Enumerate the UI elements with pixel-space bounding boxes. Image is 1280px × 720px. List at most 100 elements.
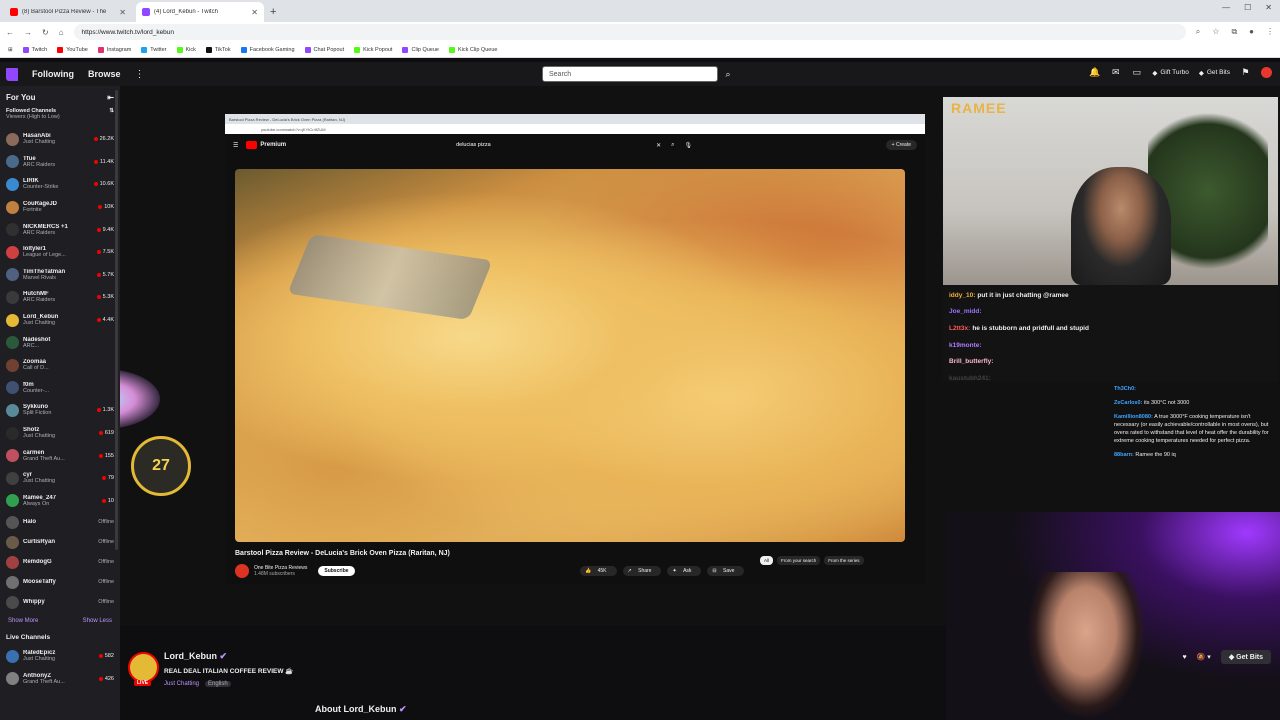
twitch-logo-icon[interactable] bbox=[6, 67, 18, 81]
zoom-icon[interactable]: ⌕ bbox=[1196, 27, 1200, 37]
bookmark-twitch[interactable]: Twitch bbox=[22, 46, 47, 53]
sidebar-channel-item[interactable]: Shotz Just Chatting 619 bbox=[0, 422, 120, 445]
sidebar-channel-item[interactable]: carmen Grand Theft Au... 155 bbox=[0, 444, 120, 467]
get-bits-button[interactable]: ◆ Get Bits bbox=[1199, 69, 1230, 77]
sidebar-channel-item[interactable]: RatedEpicz Just Chatting 582 bbox=[0, 645, 120, 668]
follow-heart-icon[interactable]: ♥ bbox=[1182, 654, 1186, 661]
sidebar-channel-item[interactable]: Nadeshot ARC... bbox=[0, 331, 120, 354]
collapse-sidebar-icon[interactable]: ⇤ bbox=[107, 93, 114, 102]
bookmark-clip-queue[interactable]: Clip Queue bbox=[402, 46, 439, 53]
bookmark-tiktok[interactable]: TikTok bbox=[205, 46, 231, 53]
instagram-icon bbox=[97, 46, 104, 53]
channel-avatar bbox=[6, 381, 19, 395]
bookmark-kick-popout[interactable]: Kick Popout bbox=[354, 46, 392, 53]
channel-status: Offline bbox=[98, 579, 114, 585]
browser-tab-bar: (8) Barstool Pizza Review - The ✕ (4) Lo… bbox=[0, 0, 1280, 22]
bookmark-youtube[interactable]: YouTube bbox=[57, 46, 88, 53]
live-dot-icon bbox=[101, 498, 106, 503]
ramee-logo: RAMEE bbox=[951, 100, 1007, 116]
search-button[interactable]: ⌕ bbox=[718, 66, 738, 82]
language-tag[interactable]: English bbox=[205, 681, 231, 687]
close-tab-icon[interactable]: ✕ bbox=[251, 8, 258, 17]
menu-icon[interactable]: ⋮ bbox=[1266, 27, 1274, 37]
user-avatar[interactable] bbox=[1261, 67, 1272, 78]
chat-username: ZeCarlos0: bbox=[1114, 400, 1143, 406]
sidebar-scrollbar[interactable] bbox=[115, 90, 118, 550]
minimize-icon[interactable]: — bbox=[1222, 3, 1230, 12]
video-player[interactable]: Barstool Pizza Review - DeLucia's Brick … bbox=[120, 86, 1280, 720]
sidebar-channel-item[interactable]: loltyler1 League of Lege... 7.5K bbox=[0, 241, 120, 264]
browser-tab-twitch[interactable]: (4) Lord_Kebun - Twitch ✕ bbox=[136, 2, 264, 22]
show-less-link[interactable]: Show Less bbox=[83, 618, 112, 624]
channel-avatar bbox=[6, 403, 19, 417]
sidebar-channel-item[interactable]: Tfue ARC Raiders 11.4K bbox=[0, 151, 120, 174]
show-more-link[interactable]: Show More bbox=[8, 618, 38, 624]
bookmark-kick[interactable]: Kick bbox=[176, 46, 196, 53]
bookmark-facebook-gaming[interactable]: Facebook Gaming bbox=[240, 46, 295, 53]
new-tab-button[interactable]: + bbox=[270, 2, 276, 22]
sidebar-channel-item[interactable]: HasanAbi Just Chatting 26.2K bbox=[0, 128, 120, 151]
extension-icon[interactable]: ⚑ bbox=[1240, 67, 1251, 78]
bookmark-twitter[interactable]: Twitter bbox=[141, 46, 167, 53]
sidebar-channel-item[interactable]: RemdogG Offline bbox=[0, 552, 120, 572]
bookmark-instagram[interactable]: Instagram bbox=[97, 46, 131, 53]
bookmark-star-icon[interactable]: ☆ bbox=[1212, 27, 1219, 37]
sidebar-channel-item[interactable]: Sykkuno Split Fiction 1.3K bbox=[0, 399, 120, 422]
back-icon[interactable]: ← bbox=[6, 28, 14, 37]
viewer-count: 4.4K bbox=[102, 317, 114, 324]
side-chat-message: Th3Ch0: bbox=[1114, 385, 1276, 393]
gift-turbo-button[interactable]: ◆ Gift Turbo bbox=[1152, 69, 1189, 77]
window-controls: — ☐ ✕ bbox=[1222, 3, 1272, 12]
channel-viewers: 7.5K bbox=[96, 249, 114, 255]
channel-viewers: 26.2K bbox=[93, 136, 114, 142]
forward-icon[interactable]: → bbox=[24, 28, 32, 37]
sidebar-channel-item[interactable]: Ramee_247 Always On 10 bbox=[0, 490, 120, 513]
streamer-name[interactable]: Lord_Kebun ✔ bbox=[164, 651, 227, 662]
sort-icon[interactable]: ⇅ bbox=[109, 108, 114, 114]
sidebar-channel-item[interactable]: NICKMERCS +1 ARC Raiders 9.4K bbox=[0, 218, 120, 241]
bookmark-kick-clip-queue[interactable]: Kick Clip Queue bbox=[449, 46, 497, 53]
whispers-icon[interactable]: ▭ bbox=[1131, 67, 1142, 78]
streamer-avatar[interactable] bbox=[128, 652, 159, 683]
notification-toggle-icon[interactable]: 🔕 ▾ bbox=[1197, 653, 1211, 661]
reload-icon[interactable]: ↻ bbox=[42, 28, 49, 37]
sidebar-channel-item[interactable]: Lord_Kebun Just Chatting 4.4K bbox=[0, 309, 120, 332]
sidebar-channel-item[interactable]: Zoomaa Call of D... bbox=[0, 354, 120, 377]
sidebar-channel-item[interactable]: AnthonyZ Grand Theft Au... 426 bbox=[0, 668, 120, 691]
nav-browse[interactable]: Browse bbox=[88, 69, 121, 79]
browser-toolbar-icons: ⌕ ☆ ⧉ ● ⋮ bbox=[1196, 27, 1274, 37]
nav-following[interactable]: Following bbox=[32, 69, 74, 79]
profile-icon[interactable]: ● bbox=[1249, 27, 1254, 37]
sidebar-channel-item[interactable]: MooseTaffy Offline bbox=[0, 572, 120, 592]
sidebar-channel-item[interactable]: cyr Just Chatting 79 bbox=[0, 467, 120, 490]
bookmark-chat-popout[interactable]: Chat Popout bbox=[304, 46, 344, 53]
more-options-icon[interactable]: ⋮ bbox=[135, 69, 145, 80]
channel-avatar bbox=[6, 336, 19, 350]
search-input[interactable]: Search bbox=[542, 66, 718, 82]
sidebar-channel-item[interactable]: LIRIK Counter-Strike 10.6K bbox=[0, 173, 120, 196]
url-input[interactable]: https://www.twitch.tv/lord_kebun bbox=[73, 24, 1186, 40]
chat-username: Brill_butterfly: bbox=[949, 358, 994, 366]
extension-icon[interactable]: ⧉ bbox=[1231, 27, 1237, 37]
sidebar-channel-item[interactable]: CouRageJD Fortnite 10K bbox=[0, 196, 120, 219]
get-bits-stream-button[interactable]: ◆ Get Bits bbox=[1220, 650, 1271, 664]
maximize-icon[interactable]: ☐ bbox=[1244, 3, 1251, 12]
home-icon[interactable]: ⌂ bbox=[59, 28, 64, 37]
offline-label: Offline bbox=[98, 559, 114, 566]
category-link[interactable]: Just Chatting bbox=[164, 681, 199, 687]
channel-game: Always On bbox=[23, 500, 50, 507]
apps-icon[interactable]: ⊞ bbox=[8, 47, 13, 53]
sidebar-channel-item[interactable]: Halo Offline bbox=[0, 512, 120, 532]
notifications-icon[interactable]: 🔔 bbox=[1089, 67, 1100, 78]
sidebar-channel-item[interactable]: HutchMF ARC Raiders 5.3K bbox=[0, 286, 120, 309]
sidebar-channel-item[interactable]: Whippy Offline bbox=[0, 592, 120, 612]
channel-avatar bbox=[6, 575, 19, 589]
sidebar-channel-item[interactable]: CurtisRyan Offline bbox=[0, 532, 120, 552]
sidebar-channel-item[interactable]: f0m Counter-... bbox=[0, 377, 120, 400]
offline-label: Offline bbox=[98, 599, 114, 606]
browser-tab-youtube[interactable]: (8) Barstool Pizza Review - The ✕ bbox=[4, 2, 132, 22]
sidebar-channel-item[interactable]: TimTheTatman Marvel Rivals 5.7K bbox=[0, 264, 120, 287]
close-tab-icon[interactable]: ✕ bbox=[119, 8, 126, 17]
inbox-icon[interactable]: ✉ bbox=[1110, 67, 1121, 78]
close-window-icon[interactable]: ✕ bbox=[1265, 3, 1272, 12]
